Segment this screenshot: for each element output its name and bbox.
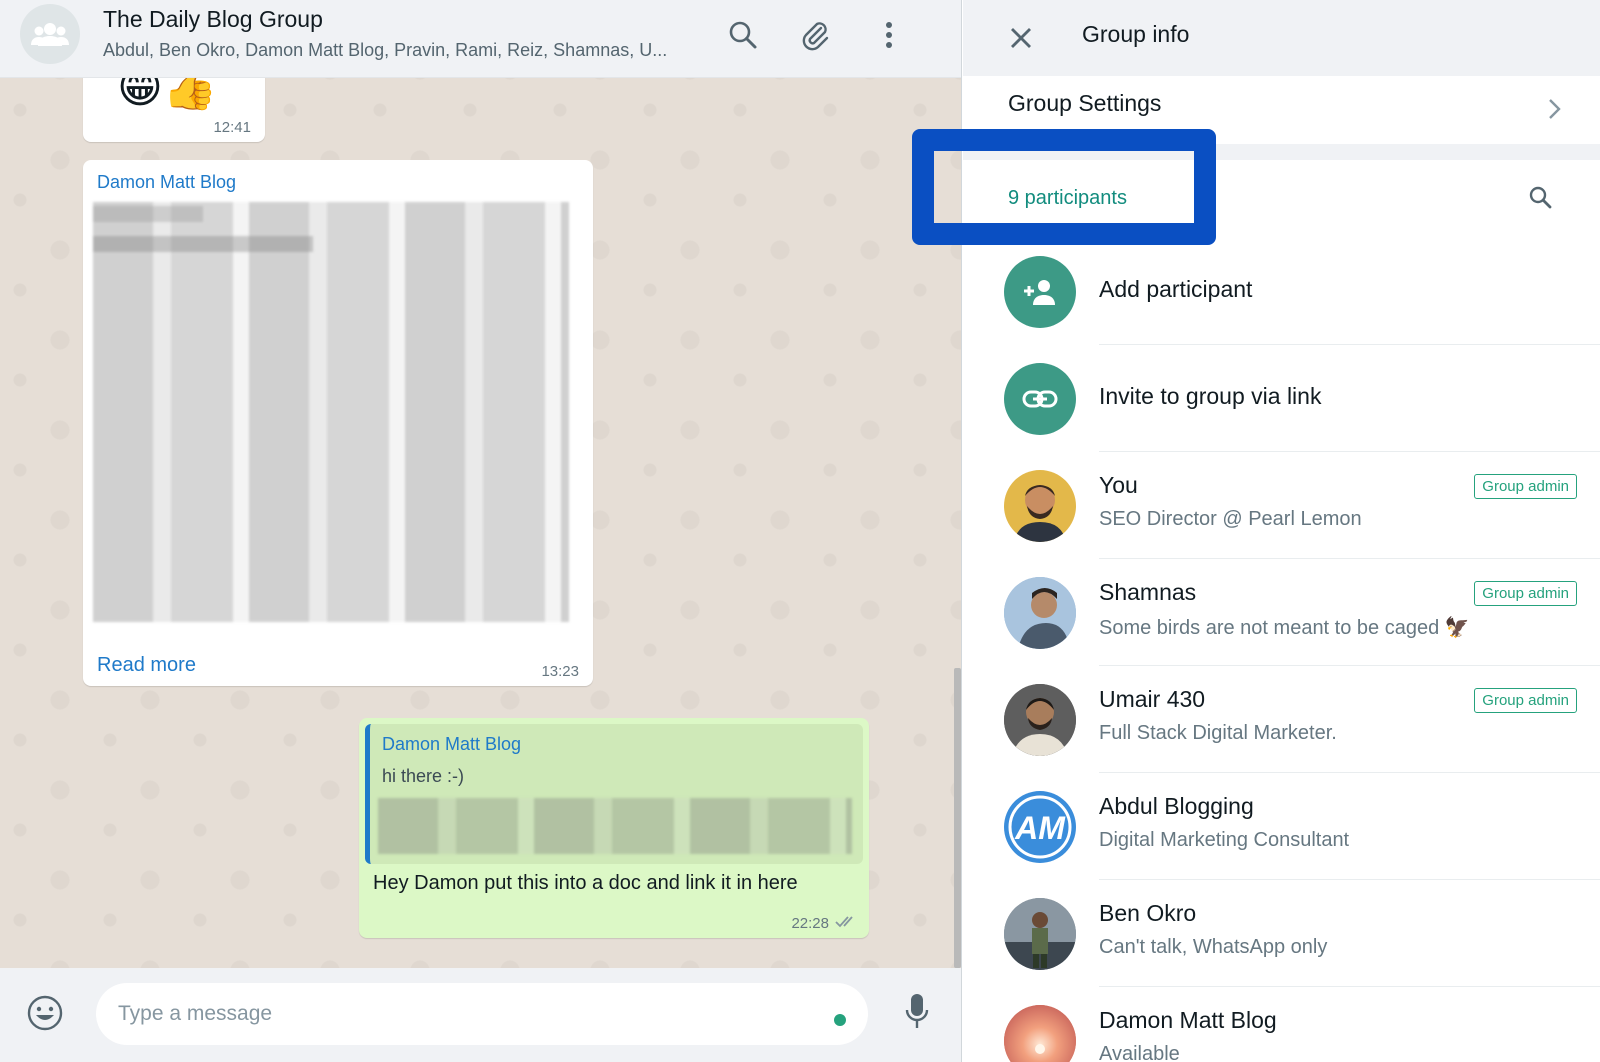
message-time: 12:41 — [213, 119, 251, 136]
avatar: AM — [1004, 791, 1076, 863]
participant-row[interactable]: Shamnas Some birds are not meant to be c… — [963, 559, 1600, 666]
blurred-message-text — [93, 202, 569, 622]
outgoing-message[interactable]: Damon Matt Blog hi there :-) Hey Damon p… — [359, 718, 869, 938]
invite-link-row[interactable]: Invite to group via link — [963, 345, 1600, 452]
participants-section: 9 participants Add participant Invite to… — [963, 160, 1600, 1062]
admin-badge: Group admin — [1474, 688, 1577, 713]
avatar — [1004, 470, 1076, 542]
add-person-icon — [1004, 256, 1076, 328]
chat-scrollbar[interactable] — [954, 668, 961, 968]
sender-name[interactable]: Damon Matt Blog — [97, 172, 236, 193]
info-header: Group info — [963, 0, 1600, 76]
incoming-message[interactable]: Damon Matt Blog Read more 13:23 — [83, 160, 593, 686]
avatar — [1004, 577, 1076, 649]
smiley-icon[interactable] — [26, 994, 64, 1037]
group-icon — [31, 23, 69, 46]
participant-status: Can't talk, WhatsApp only — [1099, 936, 1328, 958]
invite-link-label: Invite to group via link — [1099, 383, 1322, 409]
info-title: Group info — [1082, 21, 1190, 47]
blurred-quoted-text — [378, 798, 852, 854]
message-time: 13:23 — [541, 663, 579, 680]
participant-row[interactable]: Umair 430 Full Stack Digital Marketer. G… — [963, 666, 1600, 773]
quoted-text: hi there :-) — [382, 766, 465, 786]
participant-row[interactable]: You SEO Director @ Pearl Lemon Group adm… — [963, 452, 1600, 559]
avatar — [1004, 684, 1076, 756]
participant-status: SEO Director @ Pearl Lemon — [1099, 508, 1362, 530]
participant-row[interactable]: Damon Matt Blog Available — [963, 987, 1600, 1062]
participant-status: Digital Marketing Consultant — [1099, 829, 1350, 851]
admin-badge: Group admin — [1474, 474, 1577, 499]
chat-title[interactable]: The Daily Blog Group — [103, 6, 323, 33]
message-time: 22:28 — [791, 915, 829, 932]
avatar-logo-text: AM — [1014, 810, 1066, 846]
participant-status: Some birds are not meant to be caged 🦅 — [1099, 617, 1470, 639]
composer — [0, 968, 961, 1062]
microphone-icon[interactable] — [904, 992, 930, 1037]
add-participant-label: Add participant — [1099, 276, 1253, 302]
chat-pane: The Daily Blog Group Abdul, Ben Okro, Da… — [0, 0, 962, 1062]
group-info-pane: Group info Group Settings 9 participants… — [963, 0, 1600, 1062]
link-icon — [1004, 363, 1076, 435]
participant-name: Shamnas — [1099, 579, 1197, 605]
avatar — [1004, 1005, 1076, 1062]
participant-name: Umair 430 — [1099, 686, 1206, 712]
read-more-link[interactable]: Read more — [97, 654, 196, 677]
participant-status: Available — [1099, 1043, 1180, 1062]
participant-status: Full Stack Digital Marketer. — [1099, 722, 1337, 744]
quoted-message[interactable]: Damon Matt Blog hi there :-) — [365, 724, 863, 864]
group-settings-row[interactable]: Group Settings — [963, 76, 1600, 144]
status-dot — [834, 1014, 846, 1026]
avatar — [1004, 898, 1076, 970]
chevron-right-icon — [1549, 99, 1561, 119]
message-list[interactable]: 😁👍 12:41 Damon Matt Blog Read more 13:23… — [0, 58, 961, 968]
chat-header[interactable]: The Daily Blog Group Abdul, Ben Okro, Da… — [0, 0, 961, 78]
quoted-sender: Damon Matt Blog — [382, 734, 522, 754]
search-icon[interactable] — [726, 18, 760, 52]
attachment-icon[interactable] — [798, 18, 832, 52]
chat-members[interactable]: Abdul, Ben Okro, Damon Matt Blog, Pravin… — [103, 40, 703, 61]
menu-icon[interactable] — [872, 18, 906, 52]
participants-count: 9 participants — [1008, 187, 1127, 209]
participant-row[interactable]: Ben Okro Can't talk, WhatsApp only — [963, 880, 1600, 987]
group-avatar[interactable] — [20, 4, 80, 64]
close-icon[interactable] — [1003, 20, 1039, 56]
group-settings-label: Group Settings — [1008, 90, 1162, 116]
double-check-icon — [835, 916, 853, 928]
participant-name: Ben Okro — [1099, 900, 1197, 926]
participant-name: Abdul Blogging — [1099, 793, 1254, 819]
message-text: Hey Damon put this into a doc and link i… — [373, 872, 798, 894]
participant-name: Damon Matt Blog — [1099, 1007, 1277, 1033]
admin-badge: Group admin — [1474, 581, 1577, 606]
message-input[interactable] — [96, 983, 868, 1045]
participant-name: You — [1099, 472, 1138, 498]
add-participant-row[interactable]: Add participant — [963, 238, 1600, 345]
participant-row[interactable]: AM Abdul Blogging Digital Marketing Cons… — [963, 773, 1600, 880]
search-participants-icon[interactable] — [1528, 185, 1552, 214]
